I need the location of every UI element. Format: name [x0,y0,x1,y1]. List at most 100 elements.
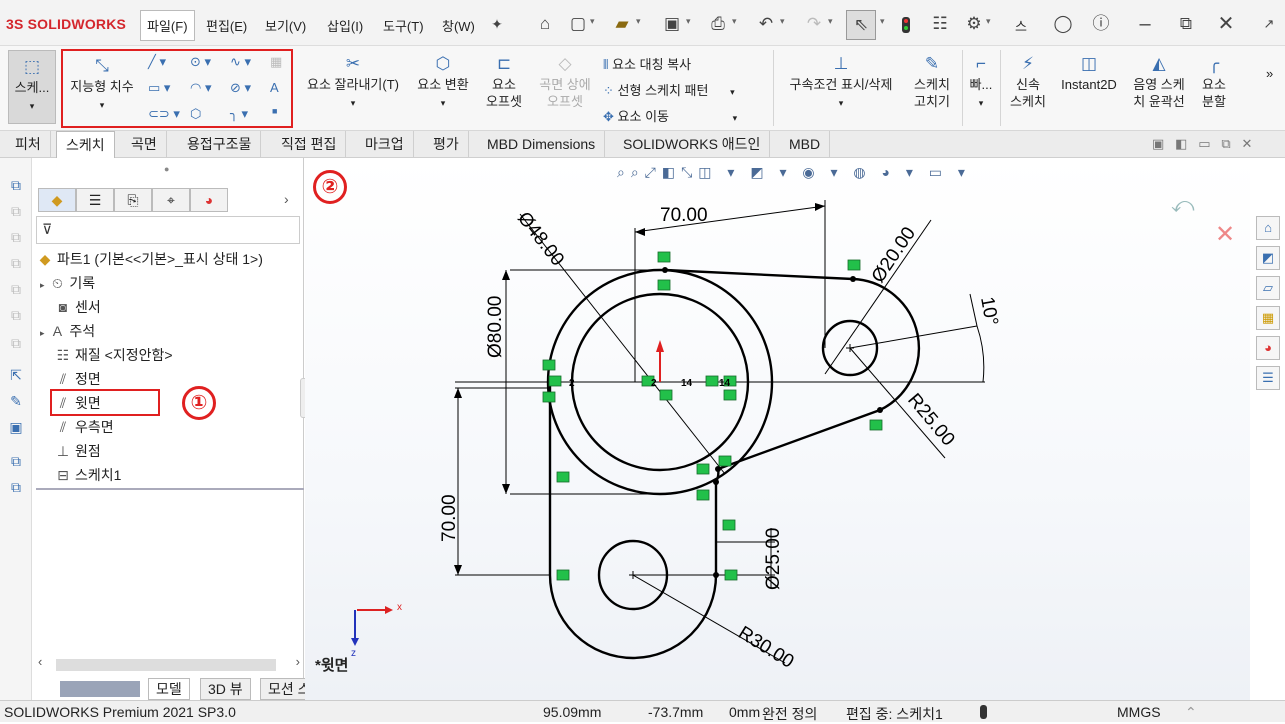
tree-item-front-plane[interactable]: ⫽ 정면 [54,368,101,390]
spline-icon[interactable]: ∿ ▾ [230,54,251,70]
menu-file[interactable]: 파일(F) [140,10,195,41]
home-pane-icon[interactable]: ⌂ [1256,216,1280,240]
shaded-sketch-contours-button[interactable]: ◭ 음영 스케 치 윤곽선 [1126,54,1192,110]
point-icon[interactable]: ■ [272,106,277,116]
tree-item-right-plane[interactable]: ⫽ 우측면 [54,416,114,438]
tree-item-history[interactable]: ▸ ⏲ 기록 [40,272,95,294]
quick-snaps-button[interactable]: ⌐ 빠... ▾ [965,54,997,112]
slot-icon[interactable]: ⊂⊃ ▾ [148,106,180,122]
mirror-entities-button[interactable]: ⫴ 요소 대칭 복사 [603,54,691,73]
tab-scroll-arrows[interactable] [60,681,140,697]
dim-text-d25[interactable]: Ø25.00 [763,528,784,590]
instant2d-button[interactable]: ◫ Instant2D [1056,54,1122,93]
filter-bar[interactable]: ⊽ [36,216,300,244]
edit-tool-icon[interactable]: ✎ [7,392,25,410]
display-tool-icon[interactable]: ▣ [7,418,25,436]
dim-text-70-left[interactable]: 70.00 [439,494,460,542]
options-gear-icon[interactable]: ⚙ [964,14,984,34]
horizontal-scrollbar[interactable]: ‹ › [36,654,302,672]
split-entities-button[interactable]: ╭ 요소 분할 [1194,54,1234,110]
appearances-icon[interactable]: ◕ [1256,336,1280,360]
trim-entities-button[interactable]: ✂ 요소 잘라내기(T) ▾ [300,54,406,112]
dimxpert-tab-icon[interactable]: ⌖ [152,188,190,212]
polygon-icon[interactable]: ⬡ [190,106,201,122]
plane-icon[interactable]: ▦ [270,54,282,70]
tab-model[interactable]: 모델 [148,678,190,700]
disabled-tool-icon-3[interactable]: ⧉ [7,254,25,272]
dim-text-70-top[interactable]: 70.00 [660,205,708,226]
dim-text-r30[interactable]: R30.00 [734,622,797,672]
menu-edit[interactable]: 편집(E) [201,14,252,37]
dim-text-d20[interactable]: Ø20.00 [868,223,920,286]
line-icon[interactable]: ╱ ▾ [148,54,166,70]
arc-icon[interactable]: ◠ ▾ [190,80,211,96]
status-units[interactable]: MMGS [1117,704,1161,720]
linear-pattern-button[interactable]: ⁘ 선형 스케치 패턴 ▾ [603,80,735,99]
tab-3d-view[interactable]: 3D 뷰 [200,678,251,700]
restore-icon[interactable]: ⧉ [1176,14,1196,34]
sketch-drawing[interactable]: Ø48.00 70.00 Ø20.00 Ø80.00 10° R25.00 70… [305,158,1250,700]
traffic-light-icon[interactable] [902,17,910,33]
new-document-icon[interactable]: ▢ [568,14,588,34]
dim-text-d48[interactable]: Ø48.00 [513,208,568,270]
copy-tool-icon[interactable]: ⧉ [7,452,25,470]
display-manager-tab-icon[interactable]: ◕ [190,188,228,212]
print-icon[interactable]: ⎙ [708,14,728,34]
disabled-tool-icon-6[interactable]: ⧉ [7,334,25,352]
panel-grip[interactable]: ● [164,164,169,174]
feature-tree-tab-icon[interactable]: ◆ [38,188,76,212]
offset-entities-button[interactable]: ⊏ 요소 오프셋 [480,54,528,110]
design-library-icon[interactable]: ◩ [1256,246,1280,270]
dim-text-10deg[interactable]: 10° [976,295,1002,327]
custom-properties-icon[interactable]: ☰ [1256,366,1280,390]
tree-item-sketch1[interactable]: ⊟ 스케치1 [54,464,121,486]
save-icon[interactable]: ▣ [662,14,682,34]
graphics-area[interactable]: ② ⌕⌕⤢◧⤡◫ ▾ ◩ ▾ ◉ ▾ ◍ ◕ ▾ ▭ ▾ ⤺ ✕ Ø48.00 … [305,158,1250,700]
home-icon[interactable]: ⌂ [535,14,555,34]
dim-text-d80[interactable]: Ø80.00 [485,296,506,358]
display-delete-relations-button[interactable]: ⊥ 구속조건 표시/삭제 ▾ [778,54,904,112]
undo-icon[interactable]: ↶ [756,14,776,34]
tree-item-origin[interactable]: ⊥ 원점 [54,440,101,462]
smart-dimension-button[interactable]: ⤡ 지능형 치수 ▾ [64,56,140,114]
menu-view[interactable]: 보기(V) [260,14,311,37]
search-box-label[interactable]: 스 [1010,14,1032,37]
tab-surfaces[interactable]: 곡면 [122,131,167,158]
disabled-tool-icon-5[interactable]: ⧉ [7,306,25,324]
offset-on-surface-button[interactable]: ◇ 곡면 상에 오프셋 [533,54,597,110]
sketch-button[interactable]: ⬚ 스케... ▾ [8,50,56,124]
rebuild-status-icon[interactable] [980,705,987,719]
select-cursor-icon[interactable]: ⇖ [846,10,876,40]
minimize-icon[interactable]: – [1135,14,1155,34]
window-controls[interactable]: ▣ ◧ ▭ ⧉ ✕ [1152,136,1252,152]
tab-direct-editing[interactable]: 직접 편집 [272,131,347,158]
disabled-tool-icon-4[interactable]: ⧉ [7,280,25,298]
property-manager-tab-icon[interactable]: ☰ [76,188,114,212]
help-icon[interactable]: ⓘ [1091,14,1111,34]
menu-window[interactable]: 창(W) [437,14,480,37]
disabled-tool-icon-2[interactable]: ⧉ [7,228,25,246]
file-properties-icon[interactable]: ☷ [930,14,950,34]
fillet-icon[interactable]: ╮ ▾ [230,106,248,122]
convert-entities-button[interactable]: ⬡ 요소 변환 ▾ [412,54,474,112]
close-icon[interactable]: ✕ [1216,14,1236,34]
select-tool-icon[interactable]: ⇱ [7,366,25,384]
pin-icon[interactable]: ✦ [487,14,507,34]
user-icon[interactable]: ◯ [1053,14,1073,34]
rapid-sketch-button[interactable]: ⚡ 신속 스케치 [1004,54,1052,110]
tab-weldments[interactable]: 용접구조물 [178,131,262,158]
ribbon-more-icon[interactable]: » [1266,66,1273,81]
tab-sketch[interactable]: 스케치 [56,131,115,158]
tab-markup[interactable]: 마크업 [356,131,414,158]
move-entities-button[interactable]: ✥ 요소 이동 ▾ [603,106,737,125]
text-icon[interactable]: A [270,80,279,95]
expand-icon[interactable]: ↗ [1259,14,1279,34]
tab-evaluate[interactable]: 평가 [424,131,469,158]
repair-sketch-button[interactable]: ✎ 스케치 고치기 [906,54,958,110]
circle-icon[interactable]: ⊙ ▾ [190,54,211,70]
rectangle-icon[interactable]: ▭ ▾ [148,80,170,96]
panel-scroll-right-icon[interactable]: › [284,191,289,207]
redo-icon[interactable]: ↷ [804,14,824,34]
rollback-bar[interactable] [36,488,304,490]
tree-item-sensors[interactable]: ◙ 센서 [54,296,101,318]
